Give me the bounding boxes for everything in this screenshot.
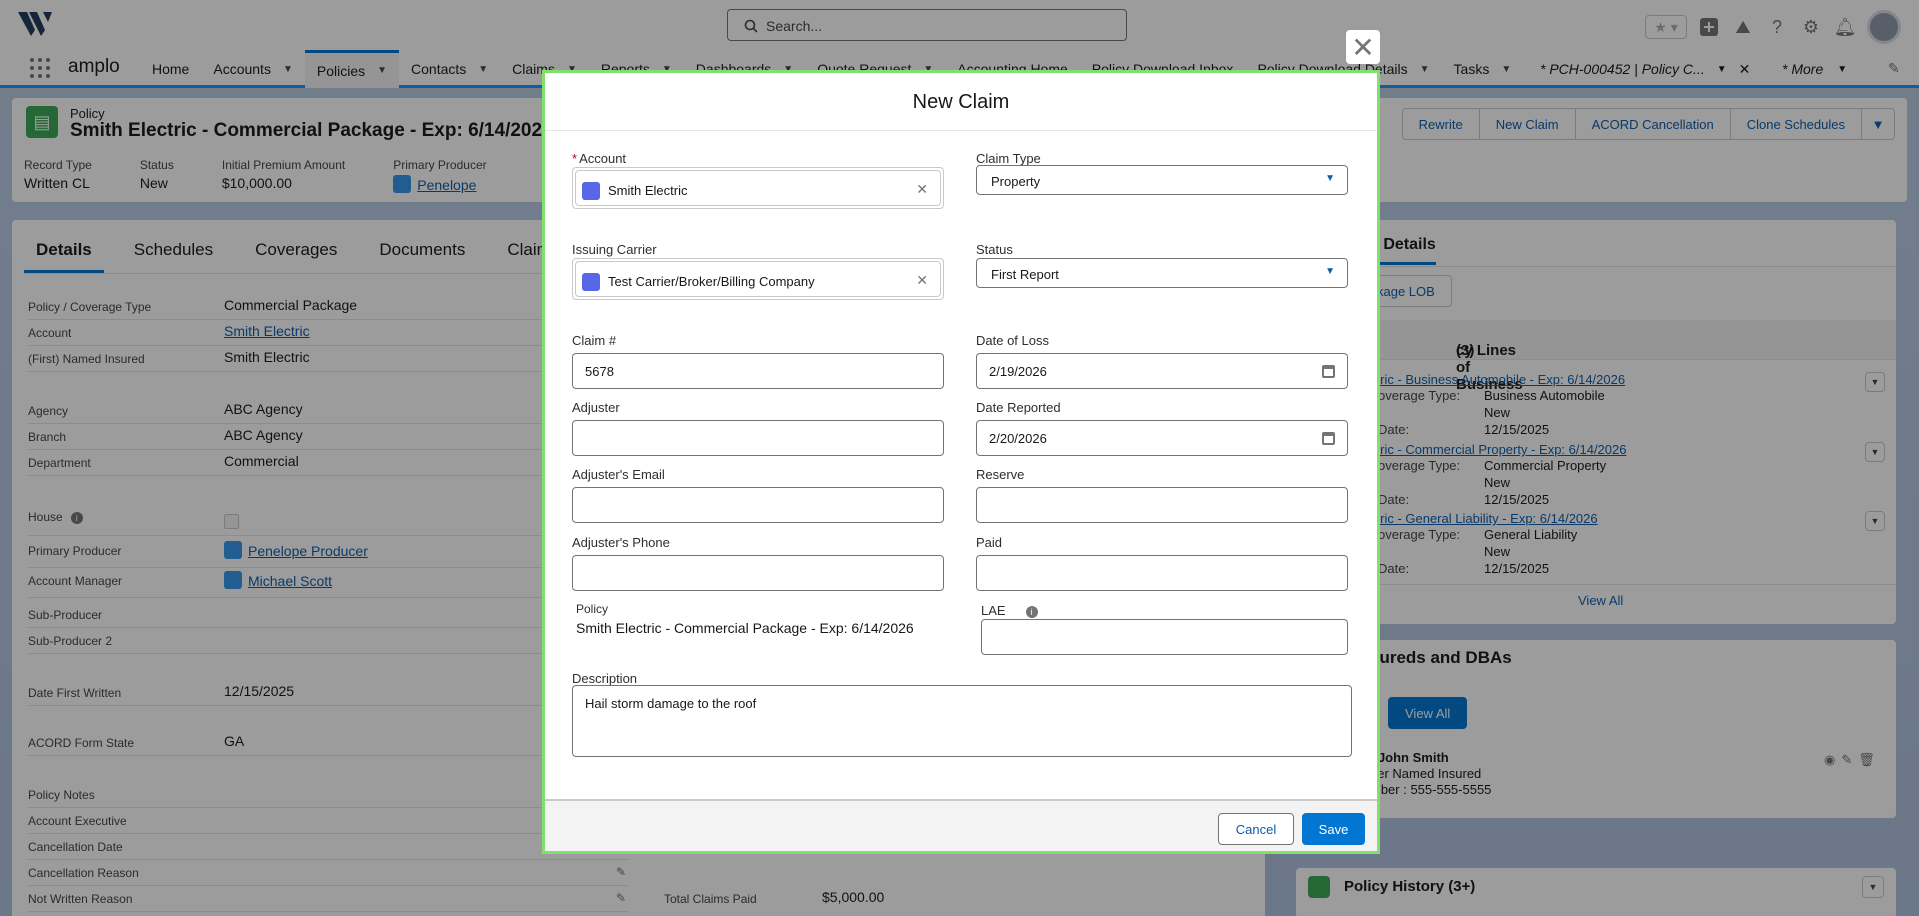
adjuster-phone-input[interactable]: [572, 555, 944, 591]
policy-field: Policy Smith Electric - Commercial Packa…: [576, 602, 948, 636]
description-field: Description Hail storm damage to the roo…: [572, 671, 1352, 757]
claim-type-field: Claim Type Property ▼: [976, 151, 1348, 195]
account-lookup[interactable]: Smith Electric ✕: [572, 167, 944, 209]
status-select[interactable]: First Report ▼: [976, 258, 1348, 288]
reserve-field: Reserve: [976, 467, 1348, 523]
date-reported-input[interactable]: 2/20/2026: [976, 420, 1348, 456]
modal-footer: Cancel Save: [545, 799, 1377, 851]
cancel-button[interactable]: Cancel: [1218, 813, 1294, 845]
account-record-icon: [582, 273, 600, 291]
date-of-loss-field: Date of Loss 2/19/2026: [976, 333, 1348, 389]
close-modal-icon[interactable]: ✕: [1346, 30, 1380, 64]
modal-header: New Claim: [545, 73, 1377, 131]
issuing-carrier-lookup[interactable]: Test Carrier/Broker/Billing Company ✕: [572, 258, 944, 300]
date-of-loss-input[interactable]: 2/19/2026: [976, 353, 1348, 389]
issuing-carrier-field: Issuing Carrier Test Carrier/Broker/Bill…: [572, 242, 944, 300]
modal-title: New Claim: [912, 91, 1010, 113]
adjuster-email-field: Adjuster's Email: [572, 467, 944, 523]
clear-selection-icon[interactable]: ✕: [916, 272, 928, 289]
claim-number-input[interactable]: 5678: [572, 353, 944, 389]
save-button[interactable]: Save: [1302, 813, 1365, 845]
calendar-icon[interactable]: [1322, 432, 1335, 445]
lae-input[interactable]: [981, 619, 1348, 655]
claim-number-field: Claim # 5678: [572, 333, 944, 389]
adjuster-phone-field: Adjuster's Phone: [572, 535, 944, 591]
description-textarea[interactable]: Hail storm damage to the roof: [572, 685, 1352, 757]
claim-type-select[interactable]: Property ▼: [976, 165, 1348, 195]
clear-selection-icon[interactable]: ✕: [916, 181, 928, 198]
reserve-input[interactable]: [976, 487, 1348, 523]
policy-value: Smith Electric - Commercial Package - Ex…: [576, 620, 914, 636]
info-icon[interactable]: i: [1025, 606, 1038, 618]
adjuster-field: Adjuster: [572, 400, 944, 456]
lae-field: LAE i: [981, 603, 1348, 655]
status-field: Status First Report ▼: [976, 242, 1348, 288]
paid-field: Paid: [976, 535, 1348, 591]
paid-input[interactable]: [976, 555, 1348, 591]
chevron-down-icon: ▼: [1325, 173, 1335, 184]
new-claim-modal: New Claim * Account Smith Electric ✕ Claim…: [542, 70, 1380, 854]
adjuster-email-input[interactable]: [572, 487, 944, 523]
calendar-icon[interactable]: [1322, 365, 1335, 378]
account-record-icon: [582, 182, 600, 200]
account-field: * Account Smith Electric ✕: [572, 151, 944, 209]
date-reported-field: Date Reported 2/20/2026: [976, 400, 1348, 456]
chevron-down-icon: ▼: [1325, 266, 1335, 277]
adjuster-input[interactable]: [572, 420, 944, 456]
